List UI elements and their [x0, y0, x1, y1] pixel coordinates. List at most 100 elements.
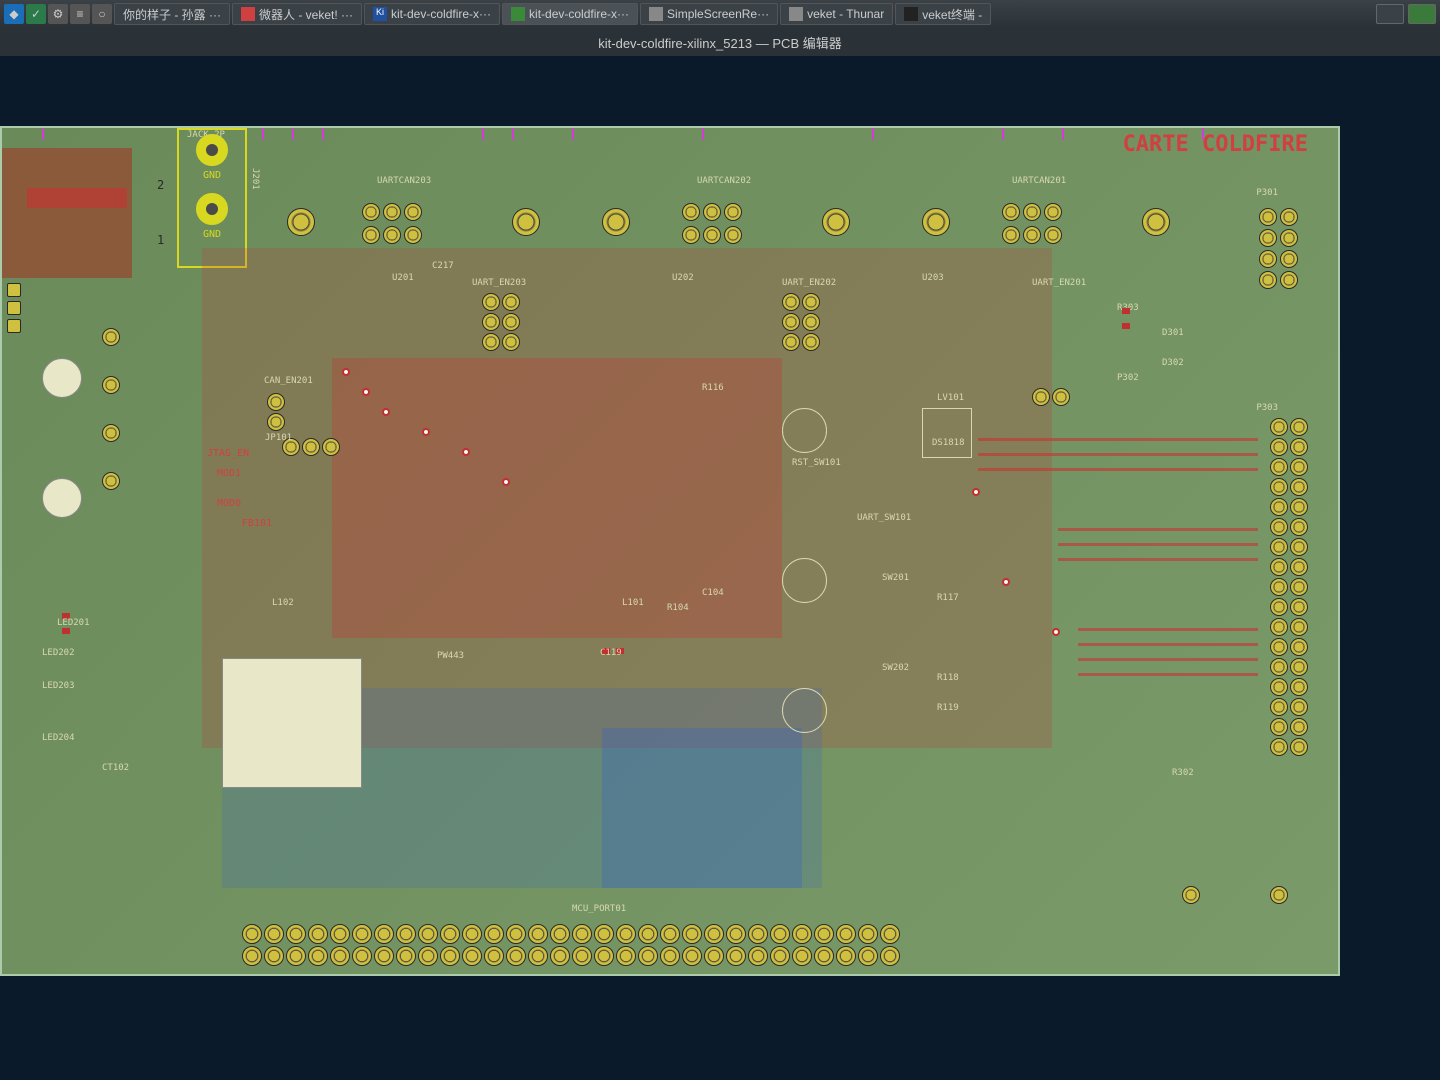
trace-wire [1058, 543, 1258, 546]
pad-group [362, 226, 422, 244]
mounting-hole [287, 208, 315, 236]
tray-button-2[interactable] [1408, 4, 1436, 24]
via [342, 368, 350, 376]
window-titlebar: kit-dev-coldfire-xilinx_5213 — PCB 编辑器 [0, 28, 1440, 56]
header-small-1 [267, 393, 285, 431]
smd [1122, 323, 1130, 329]
trace-1 [27, 188, 127, 208]
board-title: CARTE COLDFIRE [1123, 132, 1308, 157]
silk-uartcan203: UARTCAN203 [377, 176, 431, 186]
silk-c119: C119 [600, 648, 622, 658]
silk-mcuport: MCU_PORT01 [572, 904, 626, 914]
silk-r116: R116 [702, 383, 724, 393]
taskbar-item-kicad2[interactable]: kit-dev-coldfire-x··· [502, 3, 638, 25]
silk-r302: R302 [1172, 768, 1194, 778]
terminal-icon [904, 7, 918, 21]
trace-wire [1078, 673, 1258, 676]
window-title: kit-dev-coldfire-xilinx_5213 — PCB 编辑器 [598, 33, 841, 52]
silk-r104: R104 [667, 603, 689, 613]
silk-led201: LED201 [57, 618, 90, 628]
silk-led202: LED202 [42, 648, 75, 658]
tray-icon-2[interactable]: ⚙ [48, 4, 68, 24]
taskbar-item-kicad1[interactable]: Ki kit-dev-coldfire-x··· [364, 3, 500, 25]
tray-icon-4[interactable]: ○ [92, 4, 112, 24]
silk-p302: P302 [1117, 373, 1139, 383]
via [1002, 578, 1010, 586]
taskbar-item-thunar[interactable]: veket - Thunar [780, 3, 893, 25]
ruler-tick [1062, 128, 1064, 140]
taskbar-item-screenrec[interactable]: SimpleScreenRe··· [640, 3, 778, 25]
tray-button-1[interactable] [1376, 4, 1404, 24]
trace-wire [1078, 658, 1258, 661]
pcbnew-icon [511, 7, 525, 21]
silk-sw202: SW202 [882, 663, 909, 673]
header-p302 [1032, 388, 1070, 406]
silk-led203: LED203 [42, 681, 75, 691]
trace-wire [1058, 558, 1258, 561]
silk-canen201: CAN_EN201 [264, 376, 313, 386]
silk-uartsw101: UART_SW101 [857, 513, 911, 523]
thunar-icon [789, 7, 803, 21]
ruler-tick [42, 128, 44, 140]
ruler-tick [702, 128, 704, 140]
trace-wire [1078, 628, 1258, 631]
ruler-tick [322, 128, 324, 140]
pad-group [1002, 226, 1062, 244]
header-uarten203 [482, 293, 520, 351]
mounting-hole [822, 208, 850, 236]
start-icon[interactable]: ◆ [4, 4, 24, 24]
component-ic1 [222, 658, 362, 788]
ruler-tick [572, 128, 574, 140]
silk-uarten202: UART_EN202 [782, 278, 836, 288]
silk-u203: U203 [922, 273, 944, 283]
component-circle-2 [782, 558, 827, 603]
kicad-icon: Ki [373, 7, 387, 21]
jack-pin-1 [196, 193, 228, 225]
silk-2: 2 [157, 178, 164, 192]
header-uarten202 [782, 293, 820, 351]
smd [62, 628, 70, 634]
silk-lv101: LV101 [937, 393, 964, 403]
pcb-viewport[interactable]: CARTE COLDFIRE JACK_2P GND GND UARTCAN20… [0, 56, 1440, 1080]
pad-group [1002, 203, 1062, 221]
mounting-hole [512, 208, 540, 236]
via [1052, 628, 1060, 636]
silk-r117: R117 [937, 593, 959, 603]
tray-icon-1[interactable]: ✓ [26, 4, 46, 24]
silk-led204: LED204 [42, 733, 75, 743]
trace-wire [978, 453, 1258, 456]
silk-u202: U202 [672, 273, 694, 283]
pad-group [682, 203, 742, 221]
silk-p301: P301 [1256, 188, 1278, 198]
taskbar-item-terminal[interactable]: veket终端 - [895, 3, 991, 25]
ruler-tick [1002, 128, 1004, 140]
component-circle-1 [782, 408, 827, 453]
silk-rstsw101: RST_SW101 [792, 458, 841, 468]
jack-gnd-1: GND [179, 229, 245, 240]
silk-jp101: JP101 [265, 433, 292, 443]
component-cap2 [42, 478, 82, 518]
component-circle-3 [782, 688, 827, 733]
pad-group [682, 226, 742, 244]
via [502, 478, 510, 486]
silk-uarten201: UART_EN201 [1032, 278, 1086, 288]
silk-c217: C217 [432, 261, 454, 271]
ruler-tick [292, 128, 294, 140]
silk-uarten203: UART_EN203 [472, 278, 526, 288]
silk-d302: D302 [1162, 358, 1184, 368]
silk-r119: R119 [937, 703, 959, 713]
silk-r118: R118 [937, 673, 959, 683]
taskbar-item-music[interactable]: 你的样子 - 孙露 ··· [114, 3, 230, 25]
taskbar-tray [1376, 4, 1436, 24]
taskbar-item-veket[interactable]: 微器人 - veket! ··· [232, 3, 362, 25]
pcb-board[interactable]: CARTE COLDFIRE JACK_2P GND GND UARTCAN20… [0, 126, 1340, 976]
tray-icon-3[interactable]: ≡ [70, 4, 90, 24]
silk-mod1: MOD1 [217, 468, 241, 479]
via [462, 448, 470, 456]
silk-d301: D301 [1162, 328, 1184, 338]
recorder-icon [649, 7, 663, 21]
ruler-tick [512, 128, 514, 140]
component-cap1 [42, 358, 82, 398]
silk-sw201: SW201 [882, 573, 909, 583]
via [422, 428, 430, 436]
